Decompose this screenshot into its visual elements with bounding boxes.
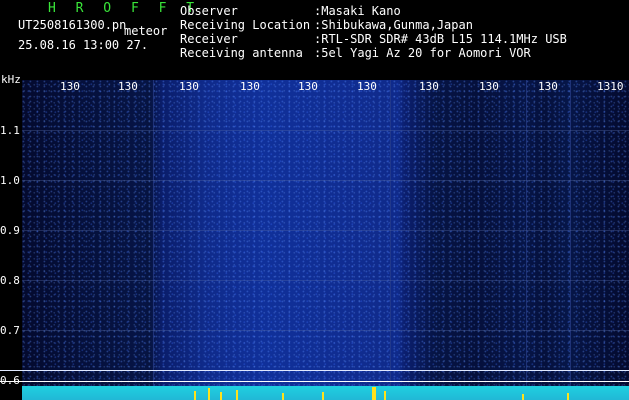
waterfall-streak [526,80,527,400]
spectrum-spike [220,392,222,400]
spectrum-spike [522,394,524,400]
info-key: Observer [180,4,238,18]
grid-line [22,230,629,231]
filename-label: UT2508161300.pn [18,18,127,32]
waterfall-spectrogram [22,80,629,400]
top-tick-label: 130 [118,80,138,93]
top-tick-label: 130 [298,80,318,93]
reference-line-upper [0,370,629,371]
info-key: Receiver [180,32,238,46]
info-value: :5el Yagi Az 20 for Aomori VOR [314,46,531,60]
info-value: :Masaki Kano [314,4,401,18]
top-tick-label: 1310 [597,80,624,93]
top-tick-label: 130 [538,80,558,93]
spectrum-spike [384,391,386,400]
top-tick-label: 130 [179,80,199,93]
spectrum-spike [236,390,238,400]
info-row-observer: Observer :Masaki Kano [180,4,567,18]
spectrum-spike [372,387,376,400]
spectrum-spike [282,393,284,400]
left-tick-label: 1.0 [0,174,20,187]
frequency-unit-label: kHz [1,73,21,86]
waterfall-streak [153,80,154,400]
grid-line [22,180,629,181]
info-key: Receiving antenna [180,46,303,60]
waterfall-noise [22,80,629,400]
grid-line [22,280,629,281]
info-value: :RTL-SDR SDR# 43dB L15 114.1MHz USB [314,32,567,46]
info-row-location: Receiving Location :Shibukawa,Gunma,Japa… [180,18,567,32]
datetime-label: 25.08.16 13:00 27. [18,38,149,52]
top-tick-label: 130 [240,80,260,93]
header-panel: H R O F F T UT2508161300.pn meteor 25.08… [0,0,629,80]
grid-line [22,330,629,331]
left-tick-label: 0.7 [0,324,20,337]
top-tick-label: 130 [60,80,80,93]
info-key: Receiving Location [180,18,311,32]
spectrum-spike [208,388,210,400]
reference-line-lower [0,381,629,382]
left-tick-label: 0.8 [0,274,20,287]
left-tick-label: 1.1 [0,124,20,137]
top-tick-label: 130 [419,80,439,93]
waterfall-streak [570,80,571,400]
brand-title: H R O F F T [48,1,201,16]
spectrum-spike [567,393,569,400]
left-tick-label: 0.9 [0,224,20,237]
top-tick-label: 130 [479,80,499,93]
grid-line [22,130,629,131]
waterfall-streak [390,80,391,400]
info-row-receiver: Receiver :RTL-SDR SDR# 43dB L15 114.1MHz… [180,32,567,46]
info-row-antenna: Receiving antenna :5el Yagi Az 20 for Ao… [180,46,567,60]
mode-label: meteor [124,24,168,38]
top-tick-label: 130 [357,80,377,93]
info-value: :Shibukawa,Gunma,Japan [314,18,473,32]
spectrum-spike [194,391,196,400]
spectrum-spike [322,392,324,400]
spectrum-trace [22,386,629,400]
observer-info: Observer :Masaki Kano Receiving Location… [180,4,567,60]
